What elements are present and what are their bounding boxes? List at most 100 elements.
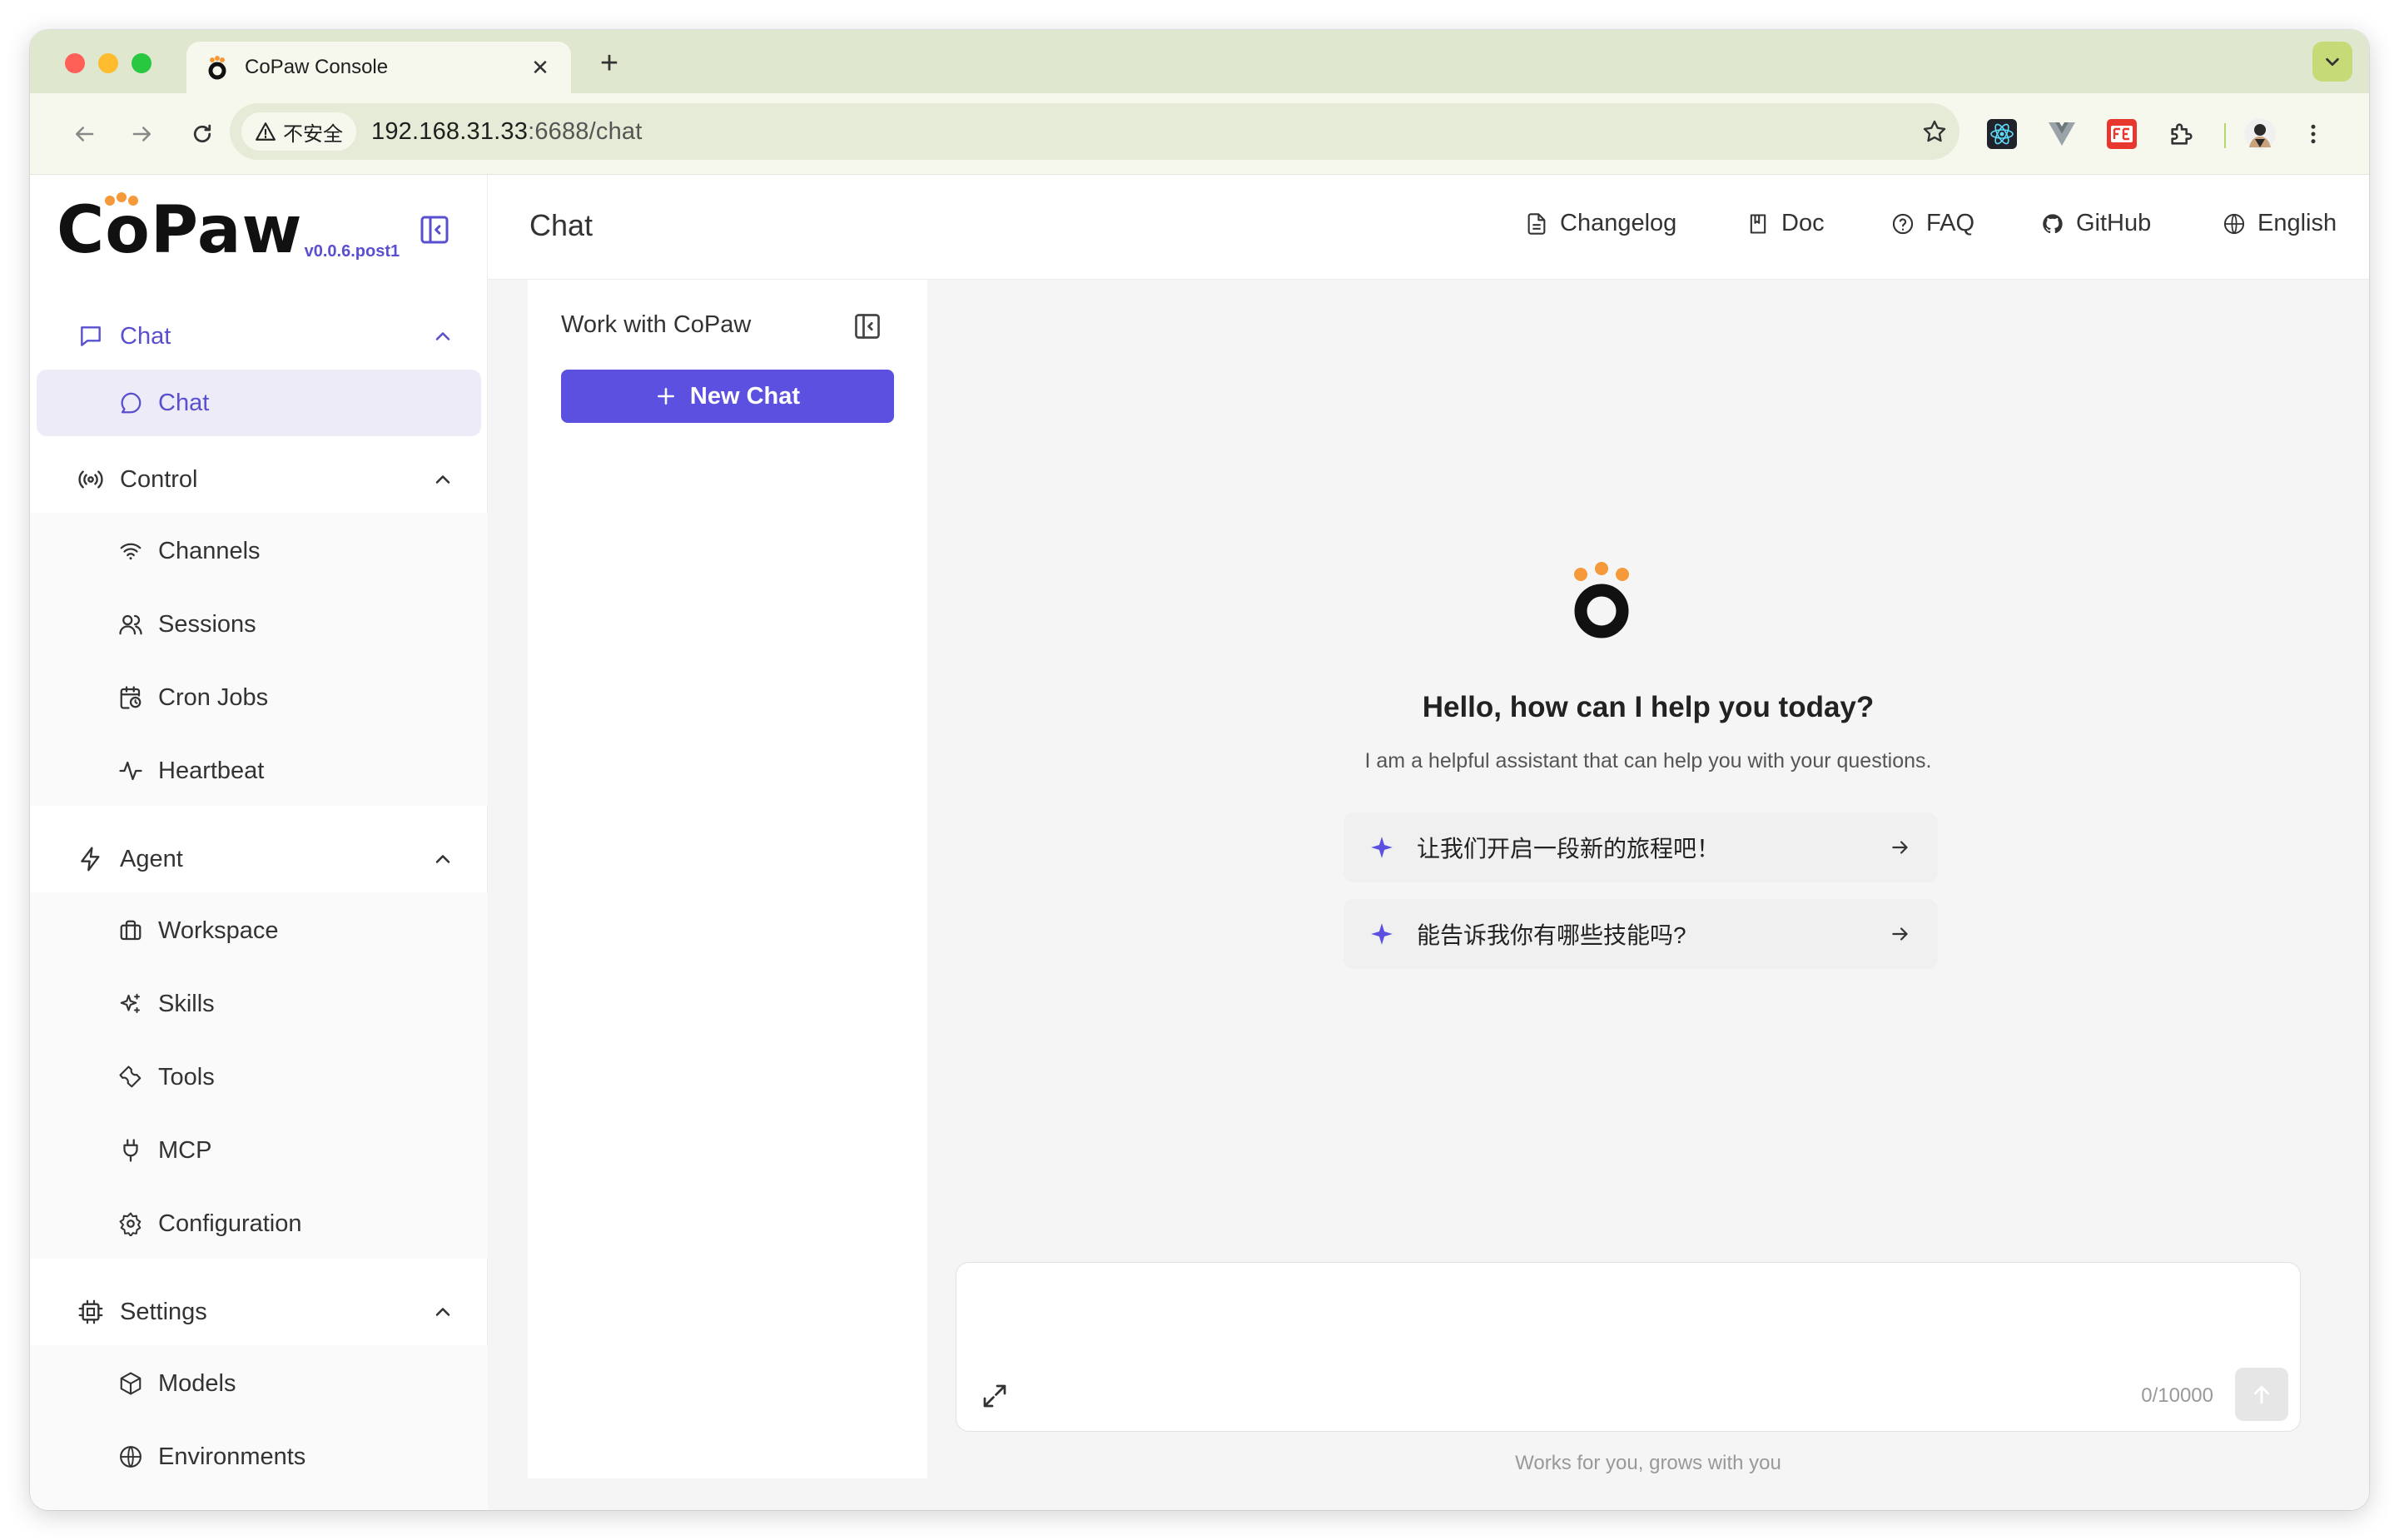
nav-item-label: Heartbeat [158,757,265,784]
bookmark-button[interactable] [1910,118,1959,145]
main-content: Work with CoPaw New Chat Hello, how can … [488,280,2369,1510]
fe-helper-icon [2107,119,2137,149]
panel-left-collapse-icon [420,216,449,244]
suggested-prompt-text: 能告诉我你有哪些技能吗? [1417,922,1686,948]
sidebar: CoPaw v0.0.6.post1 Chat Chat Control Cha… [30,175,488,1510]
security-indicator[interactable]: 不安全 [241,112,356,151]
react-devtools-extension[interactable] [1983,115,2021,153]
nav-item-label: Configuration [158,1210,302,1237]
browser-toolbar: 不安全 192.168.31.33:6688/chat [30,93,2369,175]
chat-area: Hello, how can I help you today? I am a … [927,280,2369,1510]
url-text[interactable]: 192.168.31.33:6688/chat [371,118,1910,146]
tab-search-button[interactable] [2312,42,2352,82]
nav-item-tools[interactable]: Tools [37,1044,481,1110]
copaw-logo[interactable]: CoPaw v0.0.6.post1 [57,192,400,263]
file-text-icon [1523,211,1550,237]
github-link[interactable]: GitHub [2039,210,2151,237]
globe-icon [117,1443,145,1471]
browser-menu-button[interactable] [2294,115,2332,153]
globe-icon [2221,211,2248,237]
back-button[interactable] [67,117,102,152]
arrow-right-icon [1892,927,1908,941]
nav-item-chat[interactable]: Chat [37,370,481,436]
nav-item-workspace[interactable]: Workspace [37,897,481,964]
new-tab-button[interactable]: + [593,47,626,80]
reload-icon [193,124,211,143]
nav-item-label: Skills [158,990,215,1017]
fe-helper-extension[interactable] [2103,115,2141,153]
chevron-up-icon [435,855,450,863]
nav-item-channels[interactable]: Channels [37,518,481,584]
version-badge: v0.0.6.post1 [304,242,400,261]
users-icon [117,610,145,638]
wrench-icon [117,1063,145,1091]
tab-title: CoPaw Console [245,56,389,78]
character-counter: 0/10000 [2141,1384,2213,1407]
suggested-prompt-text: 让我们开启一段新的旅程吧！ [1417,836,1721,862]
header-link-label: GitHub [2076,210,2152,236]
session-panel-toggle[interactable] [852,311,882,341]
react-icon [1987,119,2017,149]
close-window-button[interactable] [65,53,85,73]
header-link-label: Changelog [1560,210,1677,236]
browser-window: CoPaw Console ✕ + 不安全 192.168.31.33:6688… [30,30,2369,1510]
warning-triangle-icon [256,122,276,141]
page-title: Chat [529,208,594,242]
nav-item-label: Workspace [158,917,279,944]
doc-link[interactable]: Doc [1745,210,1825,237]
cpu-icon [77,1298,105,1326]
nav-item-sessions[interactable]: Sessions [37,591,481,658]
nav-item-mcp[interactable]: MCP [37,1117,481,1184]
nav-item-environments[interactable]: Environments [37,1423,481,1490]
header-link-label: Doc [1781,210,1825,236]
suggested-prompt[interactable]: 能告诉我你有哪些技能吗? [1344,899,1938,969]
wifi-icon [117,537,145,565]
app-header: Chat Changelog Doc FAQ GitHub English [488,175,2369,280]
profile-avatar-button[interactable] [2241,115,2279,153]
puzzle-icon [2171,123,2193,145]
maximize-window-button[interactable] [132,53,151,73]
minimize-window-button[interactable] [98,53,118,73]
gear-icon [117,1210,145,1238]
nav-item-skills[interactable]: Skills [37,971,481,1037]
nav-item-models[interactable]: Models [37,1350,481,1417]
forward-button[interactable] [125,117,160,152]
header-link-label: FAQ [1926,210,1975,236]
expand-input-button[interactable] [980,1381,1010,1411]
message-input[interactable] [980,1283,2262,1366]
nav-group-agent[interactable]: Agent [30,826,488,892]
address-bar[interactable]: 不安全 192.168.31.33:6688/chat [230,103,1959,160]
suggested-prompt[interactable]: 让我们开启一段新的旅程吧！ [1344,812,1938,882]
briefcase-icon [117,917,145,945]
new-chat-label: New Chat [689,382,801,410]
sidebar-collapse-button[interactable] [418,213,451,246]
nav-group-settings[interactable]: Settings [30,1279,488,1345]
changelog-link[interactable]: Changelog [1523,210,1676,237]
nav-group-chat[interactable]: Chat [30,303,488,370]
book-icon [1745,211,1771,237]
sparkle-icon [1371,923,1393,945]
reload-button[interactable] [185,117,220,152]
star-icon [1923,120,1946,142]
welcome-title: Hello, how can I help you today? [1422,691,1875,723]
nav-item-label: Cron Jobs [158,683,269,711]
browser-tab[interactable]: CoPaw Console ✕ [186,42,571,93]
nav-item-heartbeat[interactable]: Heartbeat [37,738,481,804]
nav-group-control[interactable]: Control [30,446,488,513]
nav-item-configuration[interactable]: Configuration [37,1190,481,1257]
github-icon [2039,211,2066,237]
new-chat-button[interactable]: New Chat [561,370,894,423]
arrow-right-icon [132,127,151,142]
vue-devtools-extension[interactable] [2043,115,2081,153]
chevron-down-icon [2326,57,2339,67]
extensions-button[interactable] [2163,115,2201,153]
chevron-up-icon [435,475,450,484]
toolbar-divider [2224,123,2226,148]
sparkles-icon [117,990,145,1018]
faq-link[interactable]: FAQ [1890,210,1974,237]
nav-item-cron-jobs[interactable]: Cron Jobs [37,664,481,731]
language-switcher[interactable]: English [2221,210,2337,237]
vue-icon [2049,122,2075,146]
tab-close-icon[interactable]: ✕ [528,55,553,81]
send-button[interactable] [2235,1368,2288,1421]
